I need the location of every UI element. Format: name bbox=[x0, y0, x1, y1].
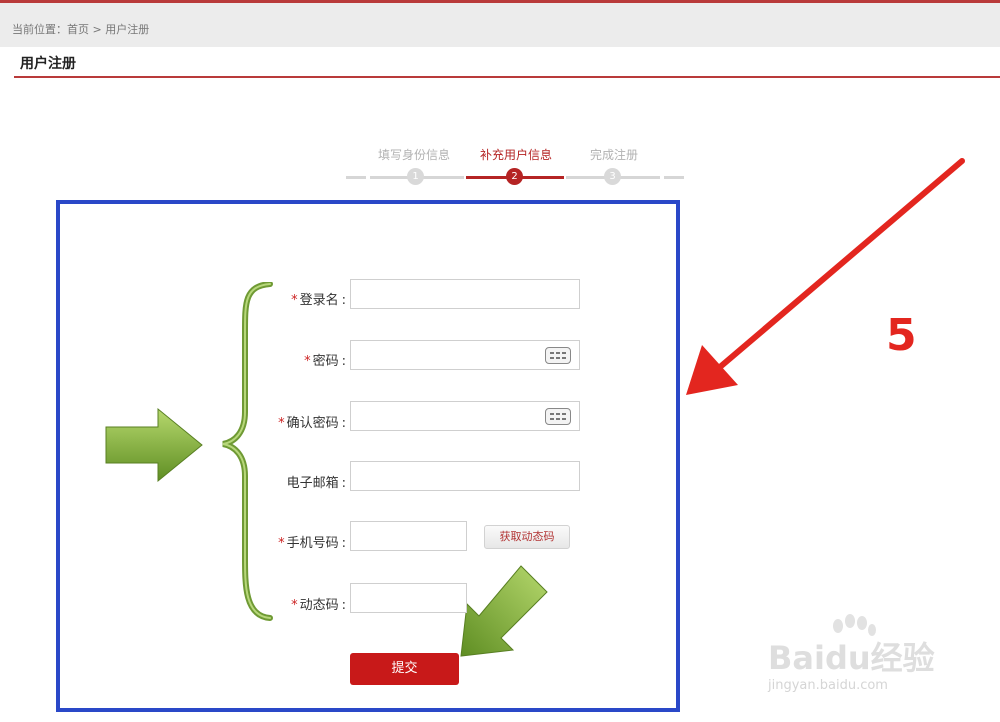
otp-label: * 动态码: bbox=[291, 598, 346, 613]
required-mark: * bbox=[304, 354, 311, 369]
breadcrumb-home-link[interactable]: 首页 bbox=[67, 21, 89, 37]
curly-brace bbox=[222, 282, 273, 621]
submit-button[interactable]: 提交 bbox=[350, 653, 459, 685]
breadcrumb-bar: 当前位置：首页 > 用户注册 bbox=[0, 3, 1000, 47]
breadcrumb-separator: > bbox=[92, 23, 102, 36]
phone-input[interactable] bbox=[350, 521, 467, 551]
step-2-label: 补充用户信息 bbox=[480, 148, 553, 162]
breadcrumb-prefix: 当前位置： bbox=[12, 23, 67, 36]
phone-label: * 手机号码: bbox=[278, 536, 346, 551]
step-3-label: 完成注册 bbox=[590, 148, 639, 162]
title-divider bbox=[14, 76, 1000, 78]
required-mark: * bbox=[278, 416, 285, 431]
confirm-password-label: * 确认密码: bbox=[278, 416, 346, 431]
step-2-dot: 2 bbox=[506, 168, 523, 185]
breadcrumb: 当前位置：首页 > 用户注册 bbox=[12, 21, 149, 37]
otp-input[interactable] bbox=[350, 583, 467, 613]
step-progress: 填写身份信息 补充用户信息 完成注册 1 2 3 bbox=[340, 140, 690, 190]
get-otp-button[interactable]: 获取动态码 bbox=[484, 525, 570, 549]
required-mark: * bbox=[291, 598, 298, 613]
login-name-label: * 登录名: bbox=[291, 293, 346, 308]
step-line-start bbox=[346, 176, 366, 179]
page-title: 用户注册 bbox=[20, 56, 76, 72]
annotation-step-number: 5 bbox=[886, 310, 917, 361]
watermark-brand: Baidu经验 bbox=[768, 639, 935, 677]
step-1-dot: 1 bbox=[407, 168, 424, 185]
keyboard-icon[interactable] bbox=[545, 347, 571, 364]
login-name-input[interactable] bbox=[350, 279, 580, 309]
green-arrow-icon bbox=[105, 407, 203, 483]
required-mark: * bbox=[291, 293, 298, 308]
required-mark: * bbox=[278, 536, 285, 551]
confirm-password-input[interactable] bbox=[350, 401, 580, 431]
watermark-url: jingyan.baidu.com bbox=[768, 678, 888, 693]
step-3-dot: 3 bbox=[604, 168, 621, 185]
breadcrumb-current: 用户注册 bbox=[105, 23, 150, 36]
email-label: 电子邮箱: bbox=[286, 476, 346, 491]
green-arrow-icon bbox=[460, 565, 548, 657]
password-input[interactable] bbox=[350, 340, 580, 370]
email-input[interactable] bbox=[350, 461, 580, 491]
keyboard-icon[interactable] bbox=[545, 408, 571, 425]
step-1-label: 填写身份信息 bbox=[378, 148, 451, 162]
red-arrow-icon bbox=[686, 158, 965, 395]
password-label: * 密码: bbox=[304, 354, 346, 369]
